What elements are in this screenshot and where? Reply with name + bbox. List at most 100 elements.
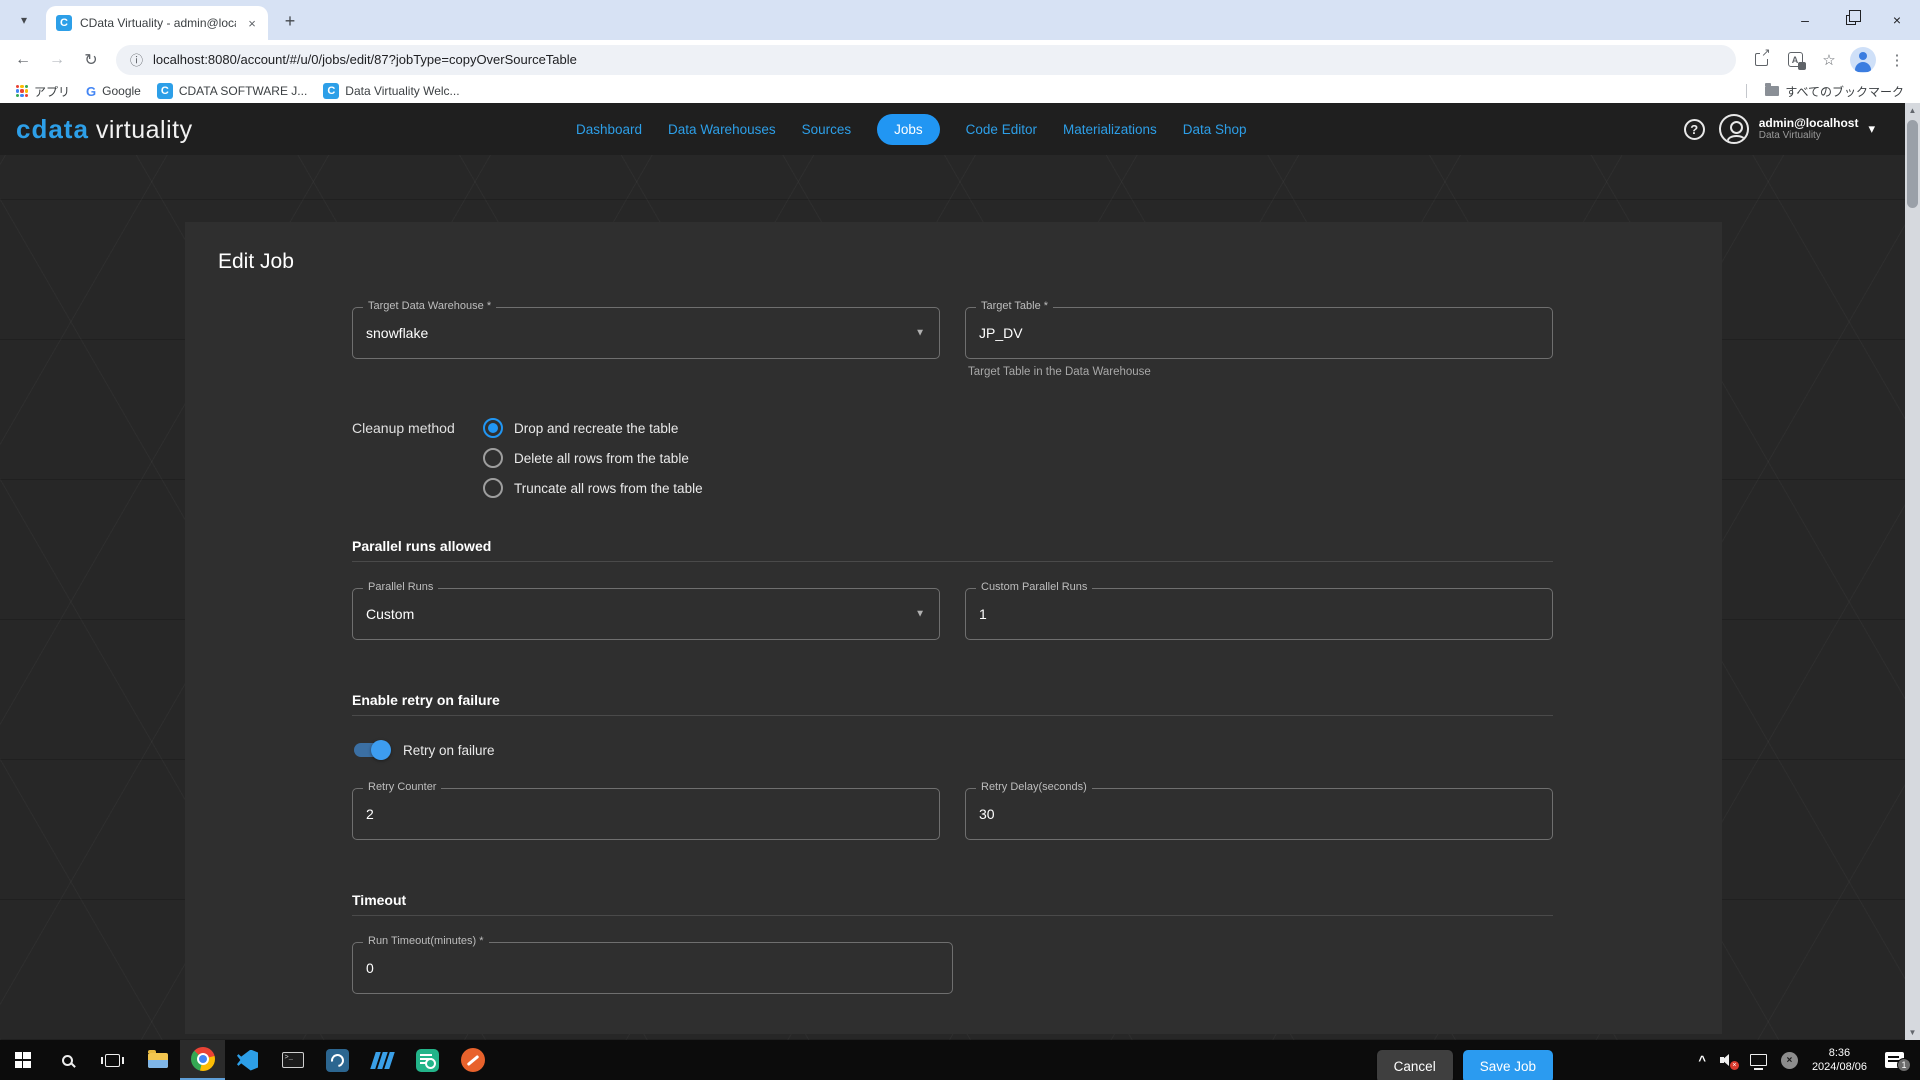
new-tab-button[interactable]: +: [276, 7, 304, 35]
retry-delay-input[interactable]: Retry Delay(seconds) 30: [965, 788, 1553, 840]
browser-profile-button[interactable]: [1848, 45, 1878, 75]
nav-code-editor[interactable]: Code Editor: [966, 122, 1037, 137]
retry-toggle-label[interactable]: Retry on failure: [403, 743, 495, 758]
tab-search-button[interactable]: ▾: [10, 6, 38, 34]
cdata-favicon-icon: C: [157, 83, 173, 99]
chrome-taskbar-button[interactable]: [180, 1040, 225, 1080]
taskbar-clock[interactable]: 8:36 2024/08/06: [1812, 1046, 1867, 1074]
url-text: localhost:8080/account/#/u/0/jobs/edit/8…: [153, 52, 577, 67]
target-data-warehouse-select[interactable]: Target Data Warehouse * snowflake ▼: [352, 307, 940, 359]
nav-data-shop[interactable]: Data Shop: [1183, 122, 1247, 137]
radio-icon[interactable]: [483, 478, 503, 498]
page-scrollbar[interactable]: ▲ ▼: [1905, 103, 1920, 1040]
forward-button[interactable]: →: [42, 45, 72, 75]
radio-drop-recreate[interactable]: Drop and recreate the table: [483, 418, 703, 438]
browser-tab[interactable]: C CData Virtuality - admin@locall ×: [46, 6, 268, 40]
vscode-taskbar-button[interactable]: [225, 1040, 270, 1080]
translate-button[interactable]: A: [1780, 45, 1810, 75]
field-value: JP_DV: [979, 325, 1023, 341]
custom-parallel-runs-input[interactable]: Custom Parallel Runs 1: [965, 588, 1553, 640]
field-value: snowflake: [366, 325, 428, 341]
retry-section-header: Enable retry on failure: [352, 692, 1553, 716]
field-value: 0: [366, 960, 374, 976]
cancel-button[interactable]: Cancel: [1377, 1050, 1453, 1080]
help-icon[interactable]: ?: [1684, 119, 1705, 140]
volume-muted-icon[interactable]: ×: [1720, 1054, 1736, 1066]
translate-icon: A: [1788, 52, 1803, 67]
retry-on-failure-toggle[interactable]: [354, 743, 388, 757]
minimize-button[interactable]: –: [1782, 0, 1828, 40]
task-view-button[interactable]: [90, 1040, 135, 1080]
page-info-icon[interactable]: ⓘ: [130, 50, 143, 69]
user-avatar-icon: [1719, 114, 1749, 144]
radio-icon[interactable]: [483, 448, 503, 468]
pgadmin-icon: [326, 1049, 349, 1072]
clock-date: 2024/08/06: [1812, 1060, 1867, 1074]
timeout-section-header: Timeout: [352, 892, 1553, 916]
search-icon: [62, 1055, 73, 1066]
target-table-input[interactable]: Target Table * JP_DV: [965, 307, 1553, 359]
bookmark-cdata-software[interactable]: C CDATA SOFTWARE J...: [151, 81, 313, 101]
bookmark-star-button[interactable]: ☆: [1814, 45, 1844, 75]
notification-center-button[interactable]: 1: [1885, 1052, 1904, 1068]
notification-badge: 1: [1897, 1058, 1911, 1072]
nav-sources[interactable]: Sources: [802, 122, 852, 137]
scroll-up-icon[interactable]: ▲: [1905, 103, 1920, 118]
scroll-down-icon[interactable]: ▼: [1905, 1025, 1920, 1040]
bookmark-data-virtuality[interactable]: C Data Virtuality Welc...: [317, 81, 465, 101]
terminal-taskbar-button[interactable]: >_: [270, 1040, 315, 1080]
nav-materializations[interactable]: Materializations: [1063, 122, 1157, 137]
header-right: ? admin@localhost Data Virtuality ▾: [1684, 114, 1875, 144]
mute-badge: ×: [1730, 1061, 1739, 1070]
all-bookmarks-button[interactable]: すべてのブックマーク: [1759, 81, 1910, 102]
field-label: Retry Counter: [363, 781, 441, 793]
field-label: Retry Delay(seconds): [976, 781, 1092, 793]
radio-label[interactable]: Truncate all rows from the table: [514, 481, 703, 496]
url-bar[interactable]: ⓘ localhost:8080/account/#/u/0/jobs/edit…: [116, 45, 1736, 75]
window-controls: – ×: [1782, 0, 1920, 40]
parallel-runs-section-header: Parallel runs allowed: [352, 538, 1553, 562]
windows-logo-icon: [15, 1052, 31, 1068]
browser-tab-strip: ▾ C CData Virtuality - admin@locall × + …: [0, 0, 1920, 40]
scrollbar-thumb[interactable]: [1907, 120, 1918, 208]
radio-label[interactable]: Drop and recreate the table: [514, 421, 678, 436]
tab-close-icon[interactable]: ×: [244, 15, 260, 31]
field-label: Target Table *: [976, 300, 1053, 312]
user-menu[interactable]: admin@localhost Data Virtuality ▾: [1719, 114, 1875, 144]
restore-button[interactable]: [1828, 0, 1874, 40]
radio-selected-icon[interactable]: [483, 418, 503, 438]
save-job-button[interactable]: Save Job: [1463, 1050, 1553, 1080]
app-viewport: cdata virtuality Dashboard Data Warehous…: [0, 103, 1920, 1040]
bookmark-google[interactable]: G Google: [80, 82, 147, 101]
radio-label[interactable]: Delete all rows from the table: [514, 451, 689, 466]
toggle-thumb: [371, 740, 391, 760]
nav-data-warehouses[interactable]: Data Warehouses: [668, 122, 776, 137]
browser-menu-button[interactable]: ⋮: [1882, 45, 1912, 75]
restore-icon: [1846, 15, 1856, 25]
profile-avatar-icon: [1850, 47, 1876, 73]
field-label: Parallel Runs: [363, 581, 438, 593]
bookmark-label: Data Virtuality Welc...: [345, 84, 459, 98]
network-icon[interactable]: [1750, 1054, 1767, 1066]
parallel-runs-select[interactable]: Parallel Runs Custom ▼: [352, 588, 940, 640]
start-button[interactable]: [0, 1040, 45, 1080]
retry-counter-input[interactable]: Retry Counter 2: [352, 788, 940, 840]
cdata-virtuality-logo[interactable]: cdata virtuality: [16, 114, 346, 145]
radio-truncate-all-rows[interactable]: Truncate all rows from the table: [483, 478, 703, 498]
reload-button[interactable]: ↻: [76, 45, 106, 75]
back-button[interactable]: ←: [8, 45, 38, 75]
nav-dashboard[interactable]: Dashboard: [576, 122, 642, 137]
file-explorer-button[interactable]: [135, 1040, 180, 1080]
radio-delete-all-rows[interactable]: Delete all rows from the table: [483, 448, 703, 468]
status-circle-x-icon[interactable]: ×: [1781, 1052, 1798, 1069]
close-window-button[interactable]: ×: [1874, 0, 1920, 40]
run-timeout-input[interactable]: Run Timeout(minutes) * 0: [352, 942, 953, 994]
share-button[interactable]: [1746, 45, 1776, 75]
bookmark-apps[interactable]: アプリ: [10, 81, 76, 102]
taskbar-search-button[interactable]: [45, 1040, 90, 1080]
browser-toolbar: ← → ↻ ⓘ localhost:8080/account/#/u/0/job…: [0, 40, 1920, 79]
nav-jobs[interactable]: Jobs: [877, 114, 940, 145]
tray-expand-icon[interactable]: ^: [1698, 1053, 1706, 1068]
cdata-favicon-icon: C: [56, 15, 72, 31]
user-name: admin@localhost: [1759, 116, 1859, 130]
